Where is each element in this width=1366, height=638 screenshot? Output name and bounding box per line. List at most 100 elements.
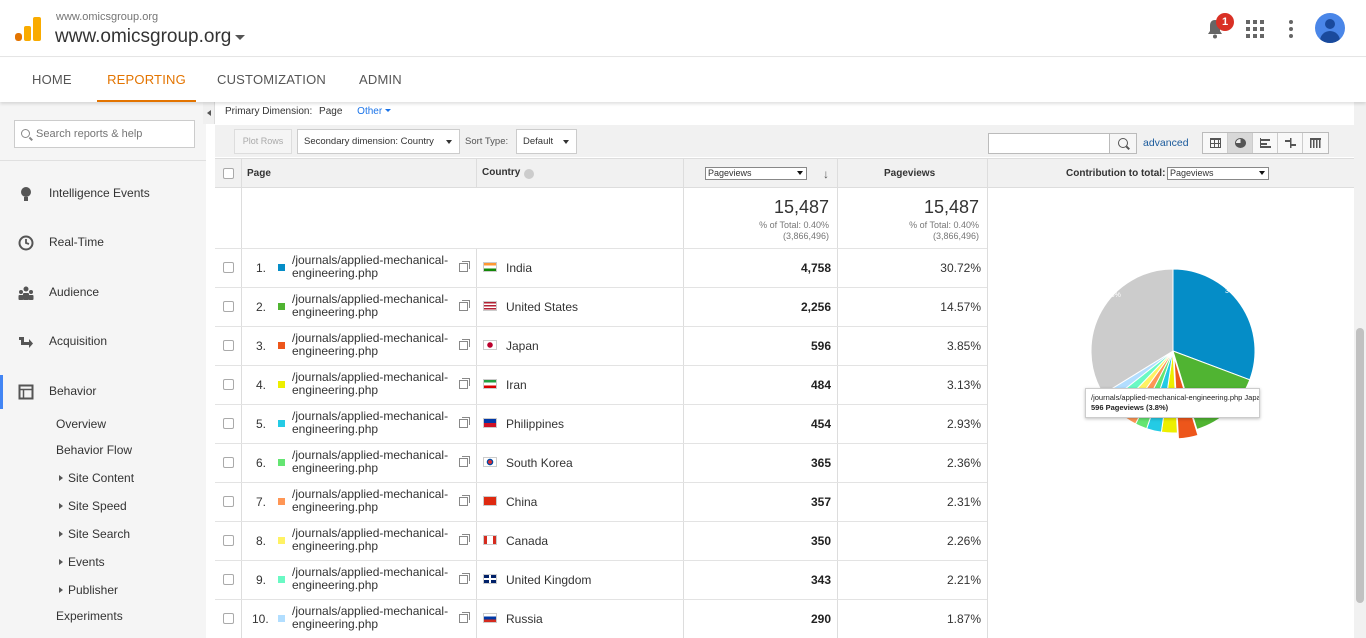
row-checkbox[interactable] [223,418,234,429]
country-link[interactable]: Japan [506,339,539,353]
external-link-icon[interactable] [459,612,470,623]
primary-dimension-value[interactable]: Page [319,106,342,117]
secondary-dimension-select[interactable]: Secondary dimension: Country [297,129,460,154]
page-link[interactable]: /journals/applied-mechanical-engineering… [292,293,460,319]
remove-dimension-icon[interactable] [524,169,534,179]
pivot-view-button[interactable] [1303,133,1328,153]
table-view-button[interactable] [1203,133,1228,153]
table-filter-input[interactable] [988,133,1110,154]
row-checkbox[interactable] [223,340,234,351]
page-link[interactable]: /journals/applied-mechanical-engineering… [292,488,460,514]
collapse-sidebar-button[interactable] [203,102,215,124]
page-link[interactable]: /journals/applied-mechanical-engineering… [292,332,460,358]
search-reports-box[interactable] [14,120,195,148]
sidebar-subitem-overview[interactable]: Overview [56,417,106,431]
table-row[interactable]: 4. /journals/applied-mechanical-engineeri… [215,365,987,404]
country-link[interactable]: United Kingdom [506,573,591,587]
sort-type-select[interactable]: Default [516,129,577,154]
sidebar-subitem-events[interactable]: Events [59,555,105,569]
tab-reporting[interactable]: REPORTING [97,58,196,102]
page-link[interactable]: /journals/applied-mechanical-engineering… [292,527,460,553]
table-row[interactable]: 2. /journals/applied-mechanical-engineeri… [215,287,987,326]
row-checkbox[interactable] [223,457,234,468]
apps-grid-icon[interactable] [1246,20,1264,38]
external-link-icon[interactable] [459,378,470,389]
property-selector[interactable]: www.omicsgroup.org [55,26,231,48]
select-all-checkbox[interactable] [223,168,234,179]
row-checkbox[interactable] [223,301,234,312]
analytics-logo-icon[interactable] [15,17,41,41]
external-link-icon[interactable] [459,417,470,428]
sidebar-subitem-site-content[interactable]: Site Content [59,471,134,485]
tab-customization[interactable]: CUSTOMIZATION [217,58,326,102]
country-link[interactable]: Philippines [506,417,564,431]
row-checkbox[interactable] [223,613,234,624]
advanced-filter-link[interactable]: advanced [1143,137,1189,149]
table-row[interactable]: 7. /journals/applied-mechanical-engineeri… [215,482,987,521]
country-link[interactable]: Russia [506,612,543,626]
row-checkbox[interactable] [223,262,234,273]
page-link[interactable]: /journals/applied-mechanical-engineering… [292,410,460,436]
performance-view-button[interactable] [1253,133,1278,153]
tab-admin[interactable]: ADMIN [359,58,402,102]
metric-select[interactable]: Pageviews [705,167,807,180]
sidebar-item-intelligence-events[interactable]: Intelligence Events [0,177,206,211]
country-link[interactable]: United States [506,300,578,314]
external-link-icon[interactable] [459,456,470,467]
row-checkbox[interactable] [223,496,234,507]
plot-rows-button[interactable]: Plot Rows [234,129,292,154]
sidebar-item-behavior[interactable]: Behavior [0,375,206,409]
tab-home[interactable]: HOME [32,58,72,102]
table-row[interactable]: 5. /journals/applied-mechanical-engineeri… [215,404,987,443]
avatar[interactable] [1315,13,1345,43]
table-row[interactable]: 6. /journals/applied-mechanical-engineeri… [215,443,987,482]
more-options-icon[interactable] [1289,20,1293,38]
page-link[interactable]: /journals/applied-mechanical-engineering… [292,254,460,280]
table-row[interactable]: 1. /journals/applied-mechanical-engineeri… [215,248,987,287]
scrollbar-thumb[interactable] [1356,328,1364,603]
external-link-icon[interactable] [459,495,470,506]
primary-dimension-other[interactable]: Other [357,106,391,117]
comparison-view-button[interactable] [1278,133,1303,153]
page-link[interactable]: /journals/applied-mechanical-engineering… [292,449,460,475]
col-country-header[interactable]: Country [482,167,520,178]
country-link[interactable]: India [506,261,532,275]
sidebar-subitem-behavior-flow[interactable]: Behavior Flow [56,443,132,457]
row-checkbox[interactable] [223,574,234,585]
pie-view-button[interactable] [1228,133,1253,153]
country-link[interactable]: Canada [506,534,548,548]
external-link-icon[interactable] [459,573,470,584]
sidebar-item-real-time[interactable]: Real-Time [0,226,206,260]
col-page-header[interactable]: Page [247,168,271,179]
sidebar-subitem-site-speed[interactable]: Site Speed [59,499,127,513]
table-row[interactable]: 3. /journals/applied-mechanical-engineeri… [215,326,987,365]
external-link-icon[interactable] [459,300,470,311]
sort-desc-icon[interactable]: ↓ [823,167,829,181]
country-link[interactable]: South Korea [506,456,573,470]
external-link-icon[interactable] [459,339,470,350]
sidebar-subitem-site-search[interactable]: Site Search [59,527,130,541]
country-link[interactable]: China [506,495,537,509]
notification-badge[interactable]: 1 [1216,13,1234,31]
sidebar-item-audience[interactable]: Audience [0,276,206,310]
page-scrollbar[interactable] [1354,102,1366,638]
external-link-icon[interactable] [459,261,470,272]
row-checkbox[interactable] [223,535,234,546]
col-pageviews-header[interactable]: Pageviews [884,168,935,179]
table-row[interactable]: 9. /journals/applied-mechanical-engineeri… [215,560,987,599]
page-link[interactable]: /journals/applied-mechanical-engineering… [292,605,460,631]
table-row[interactable]: 10. /journals/applied-mechanical-engineer… [215,599,987,638]
page-link[interactable]: /journals/applied-mechanical-engineering… [292,566,460,592]
external-link-icon[interactable] [459,534,470,545]
page-link[interactable]: /journals/applied-mechanical-engineering… [292,371,460,397]
contribution-metric-select[interactable]: Pageviews [1167,167,1269,180]
row-checkbox[interactable] [223,379,234,390]
sidebar-subitem-experiments[interactable]: Experiments [56,609,123,623]
country-link[interactable]: Iran [506,378,527,392]
search-icon[interactable] [1109,133,1137,154]
table-row[interactable]: 8. /journals/applied-mechanical-engineeri… [215,521,987,560]
chevron-down-icon[interactable] [235,35,245,40]
search-input[interactable] [36,125,191,143]
sidebar-subitem-publisher[interactable]: Publisher [59,583,118,597]
sidebar-item-acquisition[interactable]: Acquisition [0,325,206,359]
